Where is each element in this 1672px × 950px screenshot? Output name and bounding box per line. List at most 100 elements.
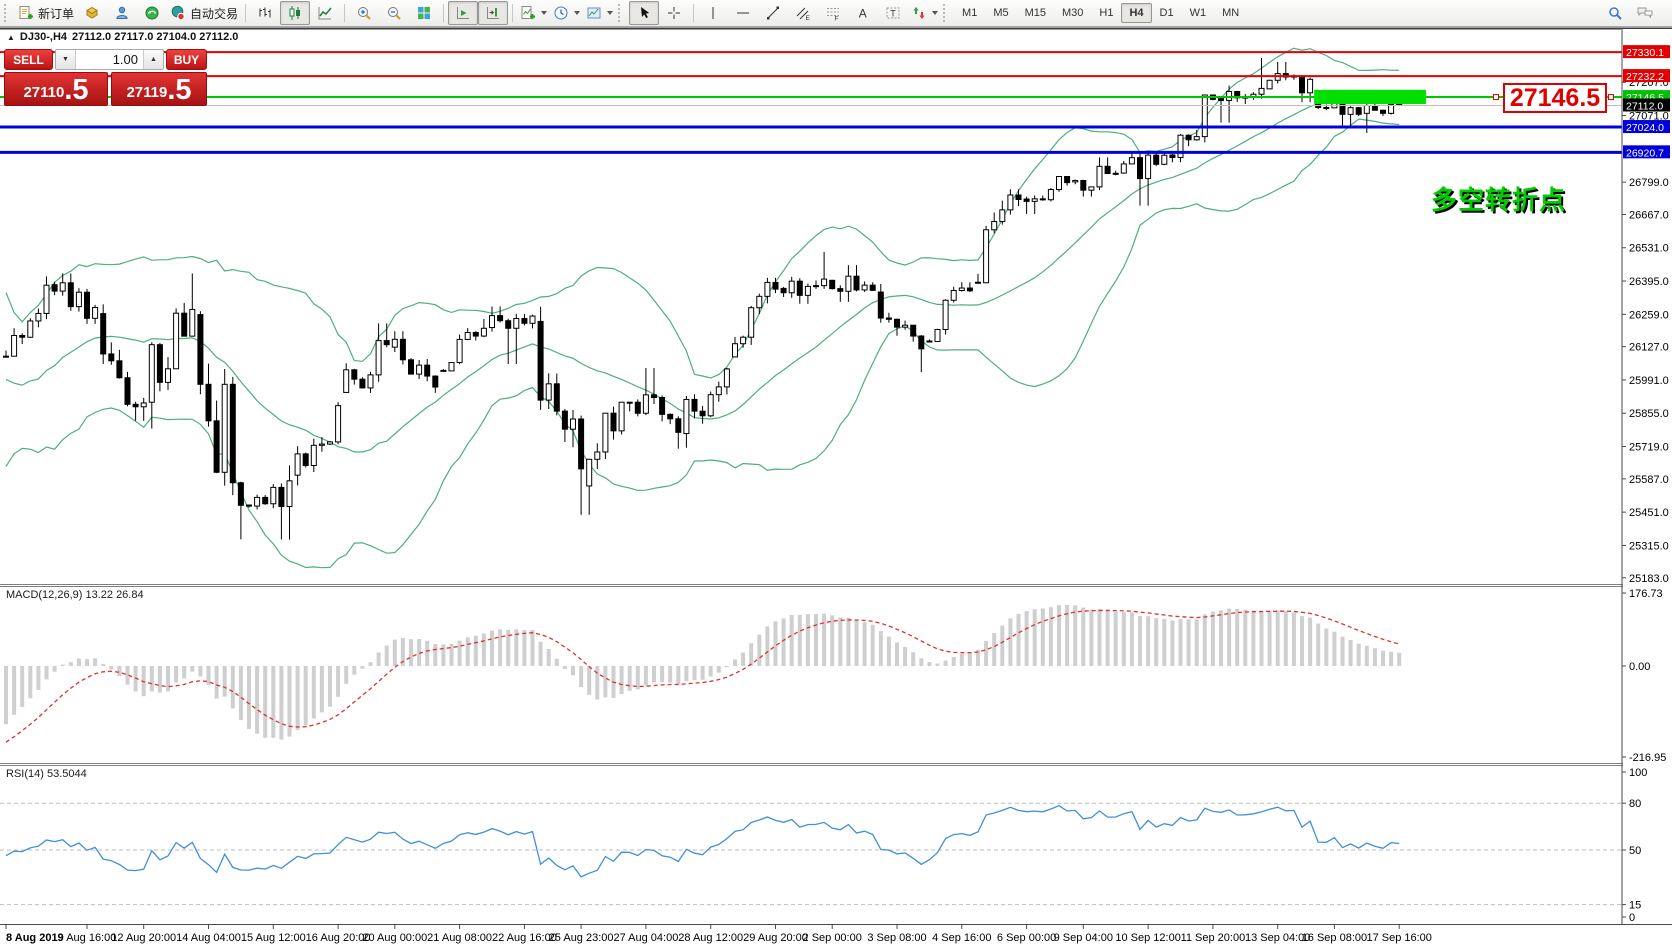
chevron-down-icon <box>541 11 547 15</box>
equidistant-channel-icon: E <box>795 5 811 21</box>
fibonacci-button[interactable]: F <box>818 1 848 25</box>
tile-windows-icon <box>416 5 432 21</box>
toolbar-grip[interactable] <box>618 4 625 22</box>
crosshair-button[interactable] <box>659 1 689 25</box>
signals-button[interactable] <box>137 1 167 25</box>
equidistant-channel-button[interactable]: E <box>788 1 818 25</box>
svg-text:50: 50 <box>1629 845 1641 857</box>
chat-button[interactable] <box>1630 1 1660 25</box>
periods-button[interactable] <box>550 1 583 25</box>
timeframe-h1-button[interactable]: H1 <box>1091 3 1121 23</box>
svg-text:11 Sep 20:00: 11 Sep 20:00 <box>1181 932 1246 944</box>
price-annotation-box[interactable]: 27146.5 <box>1503 83 1607 113</box>
templates-button[interactable] <box>583 1 616 25</box>
svg-text:3 Sep 08:00: 3 Sep 08:00 <box>867 932 926 944</box>
toolbar-grip[interactable] <box>943 4 950 22</box>
svg-text:4 Sep 16:00: 4 Sep 16:00 <box>932 932 991 944</box>
candlestick-button[interactable] <box>280 1 310 25</box>
timeframe-m30-button[interactable]: M30 <box>1054 3 1091 23</box>
chart-canvas[interactable]: 27207.027071.026799.026667.026531.026395… <box>0 0 1672 950</box>
volume-input[interactable] <box>76 50 143 69</box>
search-button[interactable] <box>1600 1 1630 25</box>
chart-shift-button[interactable] <box>478 1 508 25</box>
templates-icon <box>586 5 602 21</box>
svg-text:6 Sep 00:00: 6 Sep 00:00 <box>997 932 1056 944</box>
volume-increase-button[interactable]: ▲ <box>143 50 163 69</box>
timeframe-m5-button[interactable]: M5 <box>985 3 1016 23</box>
svg-text:16 Sep 08:00: 16 Sep 08:00 <box>1302 932 1367 944</box>
buy-button[interactable]: BUY <box>166 49 207 70</box>
timeframe-h4-button[interactable]: H4 <box>1121 3 1151 23</box>
line-anchor-marker <box>1494 95 1499 100</box>
search-icon <box>1607 5 1623 21</box>
svg-text:17 Sep 16:00: 17 Sep 16:00 <box>1366 932 1431 944</box>
new-order-button[interactable]: 新订单 <box>15 1 77 25</box>
new-order-label: 新订单 <box>38 5 74 22</box>
autotrade-label: 自动交易 <box>190 5 238 22</box>
collapse-panel-icon[interactable]: ▲ <box>7 33 15 42</box>
volume-stepper: ▼ ▲ <box>55 49 164 70</box>
timeframe-m15-button[interactable]: M15 <box>1017 3 1054 23</box>
svg-text:25183.0: 25183.0 <box>1629 573 1669 585</box>
svg-text:-216.95: -216.95 <box>1629 752 1666 764</box>
svg-text:A: A <box>859 7 867 21</box>
rsi-indicator-label: RSI(14) 53.5044 <box>6 768 87 780</box>
indicators-button[interactable] <box>517 1 550 25</box>
timeframe-w1-button[interactable]: W1 <box>1182 3 1215 23</box>
chart-shift-icon <box>485 5 501 21</box>
timeframe-d1-button[interactable]: D1 <box>1152 3 1182 23</box>
volume-decrease-button[interactable]: ▼ <box>56 50 76 69</box>
toolbar: 新订单 自动交易 <box>0 0 1672 27</box>
svg-text:2 Sep 00:00: 2 Sep 00:00 <box>803 932 862 944</box>
svg-text:0.00: 0.00 <box>1629 661 1650 673</box>
svg-text:E: E <box>806 15 811 21</box>
cursor-button[interactable] <box>629 1 659 25</box>
zoom-out-icon <box>386 5 402 21</box>
toolbar-separator <box>512 4 513 22</box>
trendline-button[interactable] <box>758 1 788 25</box>
svg-text:27024.0: 27024.0 <box>1626 122 1664 134</box>
bid-price-fraction: .5 <box>64 75 88 105</box>
text-label-button[interactable]: T <box>878 1 908 25</box>
application-window: 新订单 自动交易 <box>0 0 1672 950</box>
zoom-in-button[interactable] <box>349 1 379 25</box>
line-anchor-marker <box>1609 95 1614 100</box>
svg-text:14 Aug 04:00: 14 Aug 04:00 <box>176 932 241 944</box>
text-button[interactable]: A <box>848 1 878 25</box>
svg-text:20 Aug 00:00: 20 Aug 00:00 <box>362 932 427 944</box>
line-chart-button[interactable] <box>310 1 340 25</box>
chevron-down-icon <box>574 11 580 15</box>
buy-price-button[interactable]: 27119 .5 <box>111 72 207 106</box>
horizontal-line-button[interactable] <box>728 1 758 25</box>
timeframe-mn-button[interactable]: MN <box>1214 3 1247 23</box>
sell-price-button[interactable]: 27110 .5 <box>4 72 108 106</box>
chart-background <box>0 27 1672 950</box>
svg-text:27 Aug 04:00: 27 Aug 04:00 <box>613 932 678 944</box>
community-button[interactable] <box>107 1 137 25</box>
svg-text:25451.0: 25451.0 <box>1629 507 1669 519</box>
autotrade-button[interactable]: 自动交易 <box>167 1 241 25</box>
arrows-button[interactable] <box>908 1 941 25</box>
chevron-down-icon <box>607 11 613 15</box>
svg-text:25 Aug 23:00: 25 Aug 23:00 <box>549 932 614 944</box>
macd-indicator-label: MACD(12,26,9) 13.22 26.84 <box>6 589 144 601</box>
svg-text:26920.7: 26920.7 <box>1626 147 1664 159</box>
toolbar-grip[interactable] <box>4 4 11 22</box>
new-order-icon <box>18 5 34 21</box>
bar-chart-button[interactable] <box>250 1 280 25</box>
auto-scroll-button[interactable] <box>448 1 478 25</box>
zoom-in-icon <box>356 5 372 21</box>
layouts-button[interactable] <box>77 1 107 25</box>
turning-point-annotation: 多空转折点 <box>1410 180 1566 217</box>
chevron-down-icon <box>932 11 938 15</box>
bar-chart-icon <box>257 5 273 21</box>
sell-button[interactable]: SELL <box>4 49 53 70</box>
zoom-out-button[interactable] <box>379 1 409 25</box>
tile-windows-button[interactable] <box>409 1 439 25</box>
timeframe-m1-button[interactable]: M1 <box>954 3 985 23</box>
clock-icon <box>553 5 569 21</box>
svg-text:27232.2: 27232.2 <box>1626 71 1664 83</box>
svg-text:26127.0: 26127.0 <box>1629 342 1669 354</box>
vertical-line-button[interactable] <box>698 1 728 25</box>
svg-text:25315.0: 25315.0 <box>1629 540 1669 552</box>
